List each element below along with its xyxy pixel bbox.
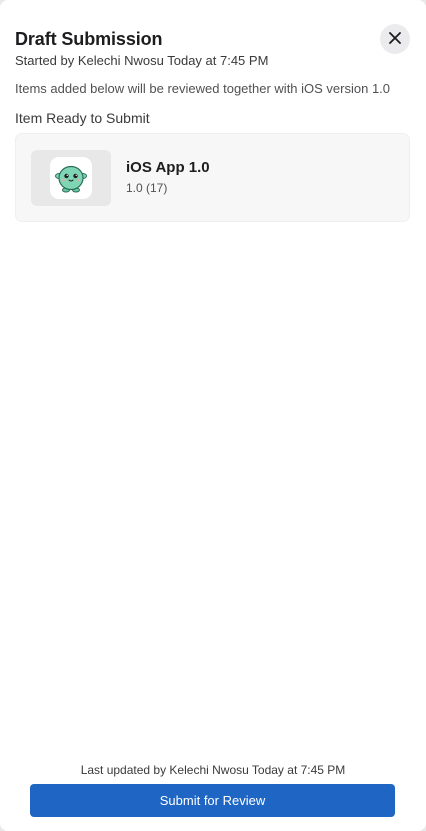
- last-updated-text: Last updated by Kelechi Nwosu Today at 7…: [80, 763, 346, 777]
- close-icon: [389, 31, 401, 47]
- submission-description: Items added below will be reviewed toget…: [15, 81, 391, 96]
- item-version: 1.0 (17): [126, 181, 168, 195]
- panel-header: Draft Submission Started by Kelechi Nwos…: [15, 28, 366, 69]
- item-name: iOS App 1.0: [126, 159, 210, 176]
- app-icon-frame: [31, 150, 111, 206]
- started-by-text: Started by Kelechi Nwosu Today at 7:45 P…: [15, 53, 269, 68]
- page-title: Draft Submission: [15, 29, 163, 49]
- draft-submission-panel: Draft Submission Started by Kelechi Nwos…: [0, 0, 426, 831]
- submission-item-card[interactable]: iOS App 1.0 1.0 (17): [15, 133, 410, 222]
- submit-for-review-button[interactable]: Submit for Review: [30, 784, 395, 817]
- close-button[interactable]: [380, 24, 410, 54]
- app-mascot-icon: [50, 157, 92, 199]
- section-label: Item Ready to Submit: [15, 110, 150, 126]
